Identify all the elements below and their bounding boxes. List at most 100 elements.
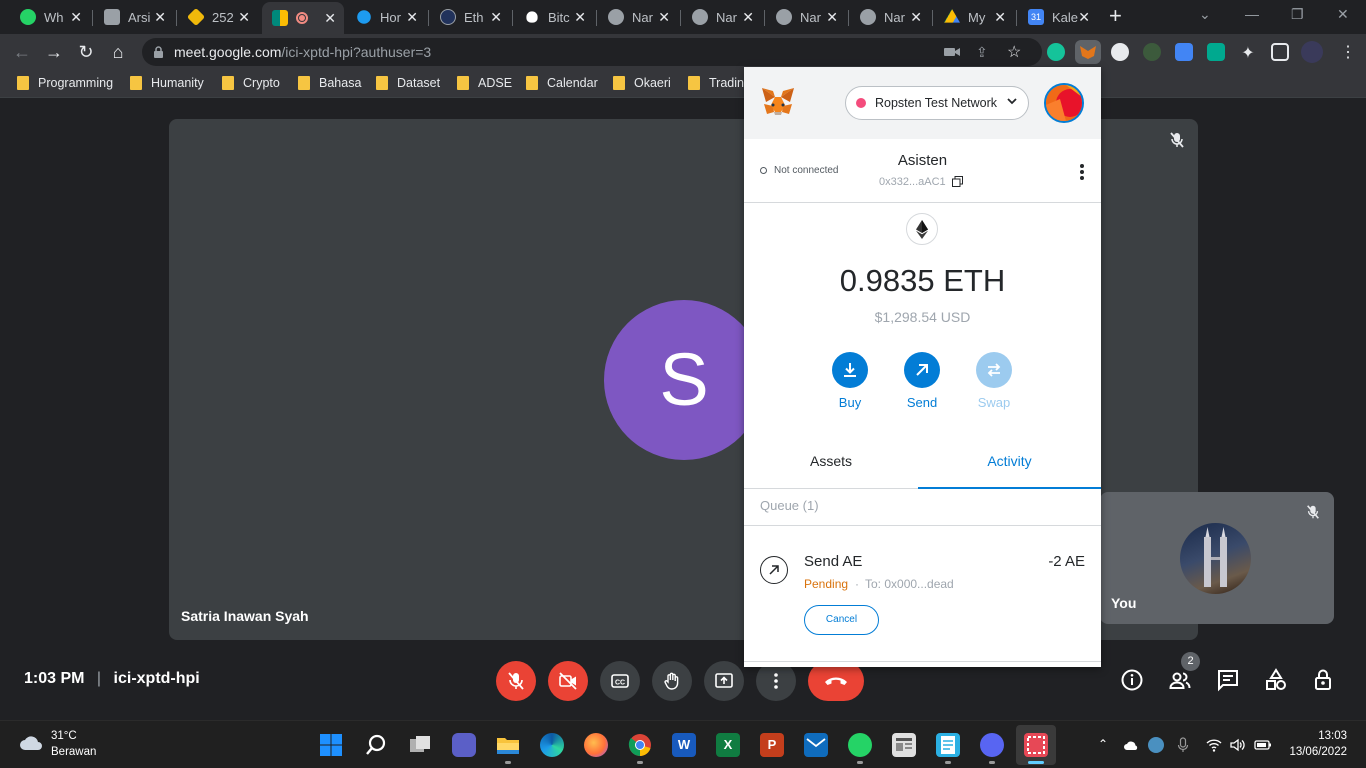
bookmark-folder-trading[interactable]: Trading [688, 76, 751, 90]
bookmark-folder-dataset[interactable]: Dataset [376, 76, 440, 90]
mic-toggle-button[interactable] [496, 661, 536, 701]
close-icon[interactable]: ✕ [742, 9, 754, 26]
download-extension-icon[interactable] [1143, 43, 1161, 61]
bookmark-folder-calendar[interactable]: Calendar [526, 76, 598, 90]
grammarly-icon[interactable] [1047, 43, 1065, 61]
firefox-icon[interactable] [584, 733, 608, 757]
tab-etherscan[interactable]: Eth ✕ [430, 4, 510, 30]
tab-assets[interactable]: Assets [744, 437, 918, 489]
whatsapp-icon[interactable] [848, 733, 872, 757]
search-icon[interactable] [364, 733, 388, 757]
chevron-up-icon[interactable]: ⌃ [1098, 737, 1114, 753]
account-address-button[interactable]: 0x332...aAC1 [879, 176, 963, 190]
extensions-puzzle-icon[interactable]: ✦ [1239, 43, 1257, 62]
close-icon[interactable]: ✕ [154, 9, 166, 26]
panda-extension-icon[interactable] [1111, 43, 1129, 61]
bookmark-folder-okaeri[interactable]: Okaeri [613, 76, 671, 90]
notion-extension-icon[interactable] [1207, 43, 1225, 61]
network-drive-icon[interactable] [1148, 737, 1164, 753]
meeting-details-button[interactable] [1119, 667, 1145, 693]
chrome-menu-icon[interactable]: ⋮ [1340, 42, 1356, 62]
tab-activity[interactable]: Activity [918, 437, 1101, 489]
bookmark-folder-programming[interactable]: Programming [17, 76, 113, 90]
new-tab-button[interactable]: + [1109, 5, 1122, 27]
news-icon[interactable] [892, 733, 916, 757]
restore-button[interactable]: ❐ [1291, 6, 1304, 23]
tab-globe-1[interactable]: Nar ✕ [598, 4, 678, 30]
minimize-button[interactable]: — [1245, 6, 1259, 22]
cloud-icon[interactable] [18, 735, 44, 751]
account-identicon[interactable] [1044, 83, 1084, 123]
bookmark-folder-adse[interactable]: ADSE [457, 76, 512, 90]
chrome-icon[interactable] [628, 733, 652, 757]
close-icon[interactable]: ✕ [910, 9, 922, 26]
close-icon[interactable]: ✕ [490, 9, 502, 26]
profile-avatar[interactable] [1301, 41, 1323, 63]
transaction-list-item[interactable]: Send AE -2 AE Pending · To: 0x000...dead… [744, 527, 1101, 662]
swap-button[interactable]: Swap [964, 352, 1024, 410]
file-explorer-icon[interactable] [496, 733, 520, 757]
tab-arsi[interactable]: Arsi ✕ [94, 4, 174, 30]
close-icon[interactable]: ✕ [70, 9, 82, 26]
close-icon[interactable]: ✕ [574, 9, 586, 26]
bookmark-star-icon[interactable]: ☆ [1007, 42, 1021, 62]
buy-button[interactable]: Buy [820, 352, 880, 410]
raise-hand-button[interactable] [652, 661, 692, 701]
close-icon[interactable]: ✕ [238, 9, 250, 26]
tab-google-meet[interactable]: ✕ [262, 2, 344, 34]
docs-extension-icon[interactable] [1175, 43, 1193, 61]
tab-search-chevron-icon[interactable]: ⌄ [1199, 6, 1211, 23]
onedrive-icon[interactable] [1123, 737, 1139, 753]
tab-globe-4[interactable]: Nar ✕ [850, 4, 930, 30]
side-panel-icon[interactable] [1271, 43, 1289, 61]
microphone-icon[interactable] [1175, 737, 1191, 753]
send-button[interactable]: Send [892, 352, 952, 410]
metamask-fox-logo[interactable] [760, 84, 796, 120]
present-screen-button[interactable] [704, 661, 744, 701]
share-icon[interactable]: ⇪ [976, 44, 988, 61]
camera-toggle-button[interactable] [548, 661, 588, 701]
mail-icon[interactable] [804, 733, 828, 757]
wifi-icon[interactable] [1206, 737, 1222, 753]
captions-button[interactable]: CC [600, 661, 640, 701]
word-icon[interactable]: W [672, 733, 696, 757]
bookmark-folder-humanity[interactable]: Humanity [130, 76, 204, 90]
close-icon[interactable]: ✕ [658, 9, 670, 26]
close-icon[interactable]: ✕ [324, 10, 336, 27]
close-icon[interactable]: ✕ [406, 9, 418, 26]
task-view-icon[interactable] [408, 733, 432, 757]
tab-bitcoin[interactable]: Bitc ✕ [514, 4, 594, 30]
volume-icon[interactable] [1229, 737, 1245, 753]
tab-whatsapp[interactable]: Wh ✕ [10, 4, 90, 30]
self-video-tile[interactable]: You [1100, 492, 1334, 624]
snipping-tool-icon[interactable] [1024, 733, 1048, 757]
taskbar-time[interactable]: 13:03 [1318, 730, 1347, 742]
start-icon[interactable] [319, 733, 343, 757]
bookmark-folder-bahasa[interactable]: Bahasa [298, 76, 361, 90]
cancel-transaction-button[interactable]: Cancel [804, 605, 879, 635]
close-window-button[interactable]: ✕ [1337, 6, 1349, 23]
activities-button[interactable] [1263, 667, 1289, 693]
tab-google-drive[interactable]: My ✕ [934, 4, 1014, 30]
account-options-button[interactable] [1079, 164, 1085, 180]
address-bar[interactable]: meet.google.com/ici-xptd-hpi?authuser=3 … [142, 38, 1042, 66]
bookmark-folder-crypto[interactable]: Crypto [222, 76, 280, 90]
close-icon[interactable]: ✕ [1078, 9, 1090, 26]
notepad-icon[interactable] [936, 733, 960, 757]
home-button[interactable]: ⌂ [107, 41, 129, 63]
excel-icon[interactable]: X [716, 733, 740, 757]
taskbar-date[interactable]: 13/06/2022 [1289, 746, 1347, 758]
close-icon[interactable]: ✕ [994, 9, 1006, 26]
tab-globe-2[interactable]: Nar ✕ [682, 4, 762, 30]
metamask-extension-button[interactable] [1075, 40, 1101, 64]
more-options-button[interactable] [756, 661, 796, 701]
back-button[interactable]: ← [11, 41, 33, 63]
network-selector[interactable]: Ropsten Test Network [845, 86, 1029, 120]
host-controls-button[interactable] [1311, 667, 1337, 693]
weather-description[interactable]: Berawan [51, 746, 96, 758]
discord-icon[interactable] [980, 733, 1004, 757]
teams-chat-icon[interactable] [452, 733, 476, 757]
powerpoint-icon[interactable]: P [760, 733, 784, 757]
reload-button[interactable]: ↻ [75, 41, 97, 63]
edge-icon[interactable] [540, 733, 564, 757]
